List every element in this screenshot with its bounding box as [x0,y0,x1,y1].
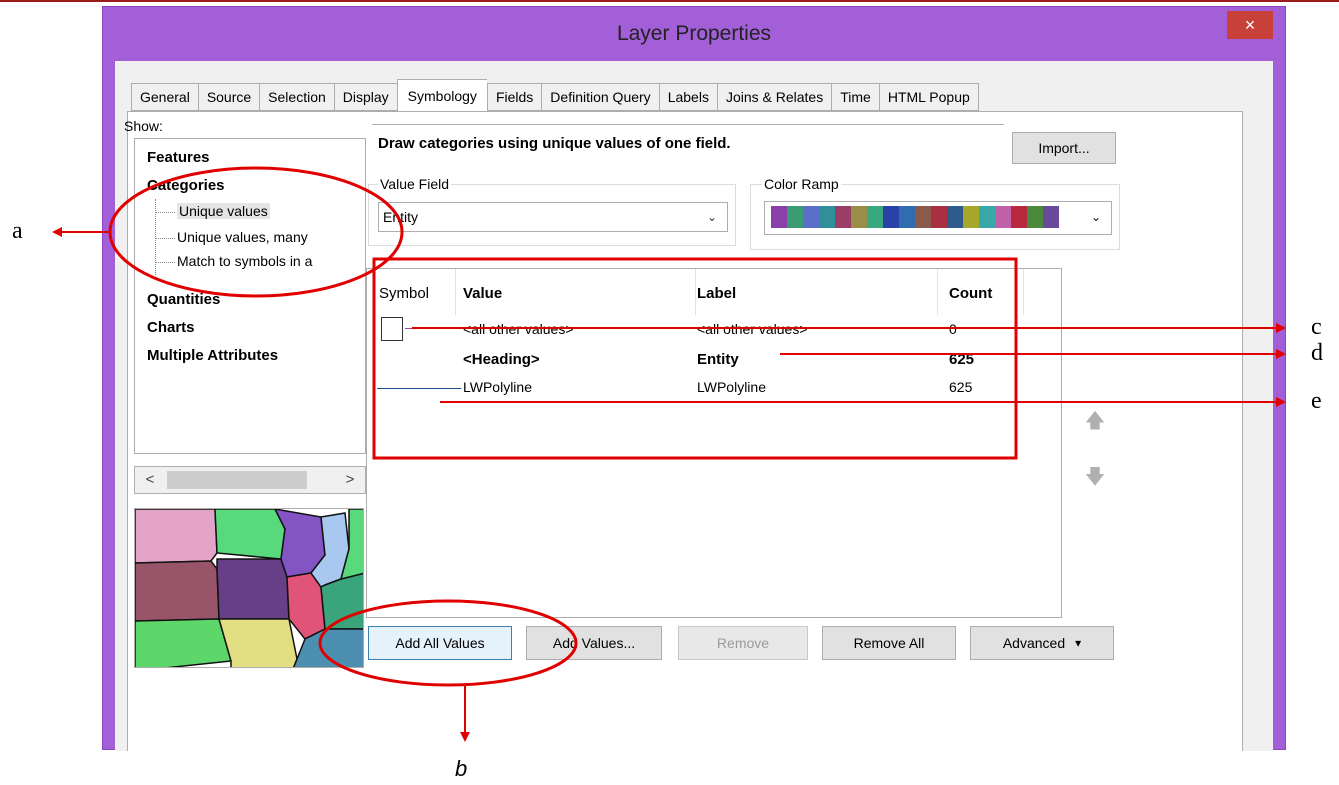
color-ramp-swatch [1043,206,1059,228]
symbol-preview-map [134,508,364,668]
arrow-down-icon: 🡇 [1084,466,1106,488]
tree-item-categories[interactable]: Categories [147,177,225,194]
close-icon: × [1244,14,1256,35]
add-values-button[interactable]: Add Values... [526,626,662,660]
tab-joins-relates[interactable]: Joins & Relates [716,83,832,111]
import-button[interactable]: Import... [1012,132,1116,164]
value-field-value: Entity [383,209,419,225]
annotation-label-c: c [1311,314,1322,340]
tree-item-charts[interactable]: Charts [147,319,195,336]
row-label-lwpolyline[interactable]: LWPolyline [697,379,766,395]
remove-button[interactable]: Remove [678,626,808,660]
arrow-up-icon: 🡅 [1084,410,1106,432]
tab-definition-query[interactable]: Definition Query [541,83,659,111]
tab-labels[interactable]: Labels [658,83,717,111]
advanced-button[interactable]: Advanced ▾ [970,626,1114,660]
row-count-all-other: 0 [949,321,957,337]
tab-selection[interactable]: Selection [259,83,334,111]
value-field-label: Value Field [378,176,452,192]
color-ramp-swatch [915,206,931,228]
page-top-rule [0,0,1339,2]
annotation-label-b: b [455,756,468,781]
add-all-values-button[interactable]: Add All Values [368,626,512,660]
tab-source[interactable]: Source [197,83,260,111]
color-ramp-swatch [979,206,995,228]
renderer-description: Draw categories using unique values of o… [372,124,1004,160]
tree-item-unique-values[interactable]: Unique values [155,203,270,219]
color-ramp-label: Color Ramp [762,176,841,192]
move-up-button[interactable]: 🡅 [1082,408,1108,438]
color-ramp-swatch [883,206,899,228]
tree-item-quantities[interactable]: Quantities [147,291,220,308]
move-down-button[interactable]: 🡇 [1082,464,1108,494]
annotation-label-e: e [1311,388,1322,414]
column-header-count[interactable]: Count [949,279,992,307]
tab-general[interactable]: General [131,83,198,111]
color-ramp-swatch [771,206,787,228]
unique-values-list[interactable]: Symbol Value Label Count <all other valu… [366,268,1062,618]
color-ramp-swatch [867,206,883,228]
tree-item-features[interactable]: Features [147,149,210,166]
symbol-swatch-other[interactable] [381,317,403,341]
column-header-label[interactable]: Label [697,279,736,307]
remove-all-button[interactable]: Remove All [822,626,956,660]
column-header-value[interactable]: Value [463,279,502,307]
row-value-all-other[interactable]: <all other values> [463,321,574,337]
tab-time[interactable]: Time [831,83,879,111]
color-ramp-select[interactable]: ⌄ [764,201,1112,235]
color-ramp-swatch [947,206,963,228]
color-ramp-swatch [931,206,947,228]
color-ramp-swatch [803,206,819,228]
window-titlebar: Layer Properties × [103,7,1285,61]
show-label: Show: [124,118,163,134]
chevron-down-icon: ⌄ [706,210,717,224]
color-ramp-swatch [1027,206,1043,228]
tab-fields[interactable]: Fields [486,83,542,111]
scroll-thumb[interactable] [167,471,307,489]
tab-strip: General Source Selection Display Symbolo… [131,79,979,111]
color-ramp-swatch [963,206,979,228]
value-field-select[interactable]: Entity ⌄ [378,202,728,232]
row-value-heading[interactable]: <Heading> [463,351,540,368]
color-ramp-swatch [787,206,803,228]
close-button[interactable]: × [1227,11,1273,39]
row-count-lwpolyline: 625 [949,379,973,395]
color-ramp-swatches [771,206,1059,228]
color-ramp-swatch [851,206,867,228]
annotation-label-d: d [1311,340,1323,366]
column-header-symbol[interactable]: Symbol [379,279,429,307]
scroll-left-icon[interactable]: < [141,469,159,489]
color-ramp-swatch [1011,206,1027,228]
tree-item-unique-values-many[interactable]: Unique values, many [155,229,308,245]
row-label-heading[interactable]: Entity [697,351,739,368]
tree-item-multiple-attributes[interactable]: Multiple Attributes [147,347,278,364]
color-ramp-swatch [995,206,1011,228]
advanced-label: Advanced [1002,635,1066,651]
row-value-lwpolyline[interactable]: LWPolyline [463,379,532,395]
color-ramp-swatch [899,206,915,228]
tree-item-match-to-symbols[interactable]: Match to symbols in a [155,253,312,269]
tab-display[interactable]: Display [333,83,397,111]
dropdown-arrow-icon: ▾ [1075,636,1082,650]
color-ramp-swatch [819,206,835,228]
row-label-all-other[interactable]: <all other values> [697,321,808,337]
tree-horizontal-scrollbar[interactable]: < > [134,466,366,494]
show-tree[interactable]: Features Categories Unique values Unique… [134,138,366,454]
annotation-label-a: a [12,218,23,244]
preview-map-graphic [135,509,363,667]
chevron-down-icon: ⌄ [1090,210,1101,224]
scroll-right-icon[interactable]: > [341,469,359,489]
row-count-heading: 625 [949,351,975,368]
color-ramp-swatch [835,206,851,228]
symbol-line-other [405,328,461,329]
tab-html-popup[interactable]: HTML Popup [878,83,979,111]
window-title: Layer Properties [616,22,772,45]
symbol-line-lwpolyline[interactable] [377,388,461,389]
tab-symbology[interactable]: Symbology [396,79,487,111]
